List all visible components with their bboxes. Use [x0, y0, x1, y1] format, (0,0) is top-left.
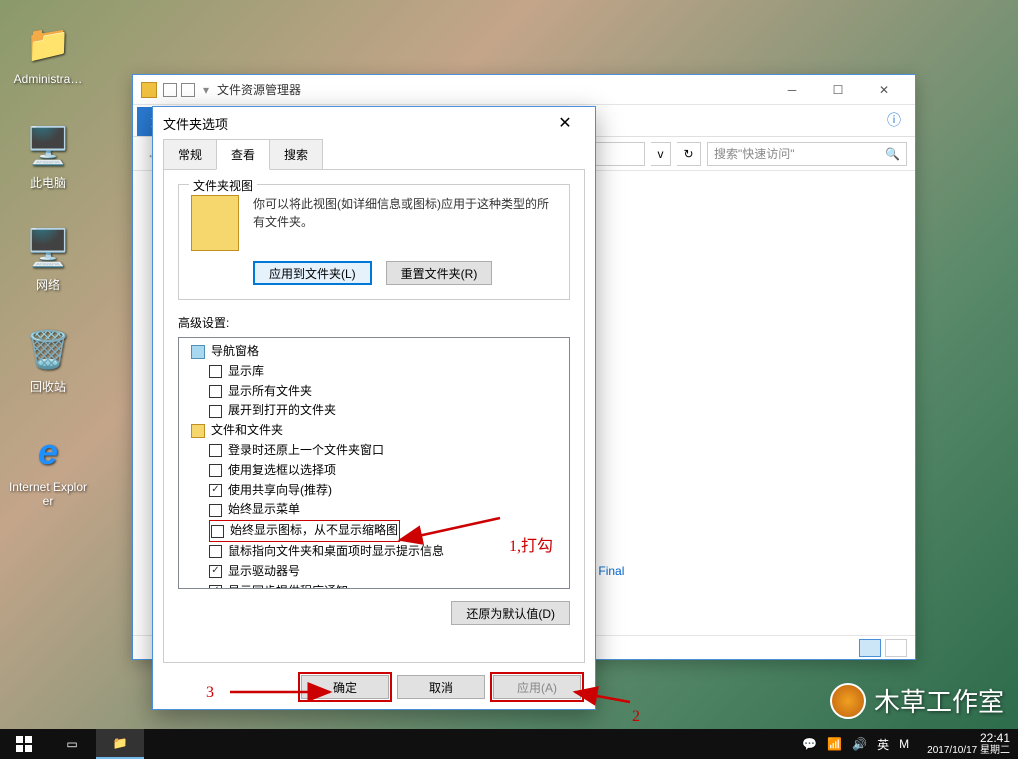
tab-view[interactable]: 查看: [216, 139, 270, 170]
network-icon[interactable]: 📶: [827, 737, 842, 751]
tree-item[interactable]: 显示驱动器号: [185, 562, 563, 582]
tab-general[interactable]: 常规: [163, 139, 217, 170]
apply-to-folders-button[interactable]: 应用到文件夹(L): [253, 261, 372, 285]
dialog-title: 文件夹选项: [163, 114, 545, 133]
checkbox[interactable]: [209, 365, 222, 378]
search-icon: 🔍: [885, 147, 900, 161]
taskbar-explorer[interactable]: 📁: [96, 729, 144, 759]
checkbox[interactable]: [209, 504, 222, 517]
action-center-icon[interactable]: 💬: [802, 737, 817, 751]
checkbox[interactable]: [209, 484, 222, 497]
task-view-button[interactable]: ▭: [48, 729, 96, 759]
apply-button[interactable]: 应用(A): [493, 675, 581, 699]
ime-lang[interactable]: 英: [877, 736, 889, 753]
close-button[interactable]: ✕: [861, 76, 907, 104]
tree-item[interactable]: 显示所有文件夹: [185, 382, 563, 402]
desktop-icon-recycle[interactable]: 🗑️ 回收站: [8, 326, 88, 395]
tree-item[interactable]: 文件和文件夹: [185, 421, 563, 441]
desktop-icon-admin[interactable]: 📁 Administra…: [8, 20, 88, 86]
ribbon-help[interactable]: ⓘ: [873, 104, 915, 136]
qat-item[interactable]: [181, 83, 195, 97]
quick-access-toolbar: [163, 83, 195, 97]
folder-view-group: 文件夹视图 你可以将此视图(如详细信息或图标)应用于这种类型的所有文件夹。 应用…: [178, 184, 570, 300]
advanced-settings-tree[interactable]: 导航窗格 显示库 显示所有文件夹 展开到打开的文件夹 文件和文件夹 登录时还原上…: [178, 337, 570, 589]
dialog-tabs: 常规 查看 搜索: [163, 139, 585, 170]
qat-item[interactable]: [163, 83, 177, 97]
checkbox[interactable]: [209, 405, 222, 418]
taskbar: ▭ 📁 💬 📶 🔊 英 M 22:41 2017/10/17 星期二: [0, 729, 1018, 759]
explorer-icon: [141, 82, 157, 98]
folder-icon: [191, 195, 239, 251]
tree-item[interactable]: 显示库: [185, 362, 563, 382]
tree-item[interactable]: 导航窗格: [185, 342, 563, 362]
qat-dropdown[interactable]: ▾: [203, 83, 209, 97]
folder-view-text: 你可以将此视图(如详细信息或图标)应用于这种类型的所有文件夹。: [253, 195, 557, 251]
folder-icon: [191, 424, 205, 438]
annotation-2: 2: [632, 708, 640, 726]
view-icons[interactable]: [885, 639, 907, 657]
checkbox[interactable]: [209, 464, 222, 477]
pc-icon: 🖥️: [24, 122, 72, 170]
explorer-titlebar[interactable]: ▾ 文件资源管理器 ─ ☐ ✕: [133, 75, 915, 105]
tree-item[interactable]: 登录时还原上一个文件夹窗口: [185, 441, 563, 461]
maximize-button[interactable]: ☐: [815, 76, 861, 104]
minimize-button[interactable]: ─: [769, 76, 815, 104]
tree-item[interactable]: 显示同步提供程序通知: [185, 582, 563, 589]
checkbox[interactable]: [209, 385, 222, 398]
folder-options-dialog: 文件夹选项 ✕ 常规 查看 搜索 文件夹视图 你可以将此视图(如详细信息或图标)…: [152, 106, 596, 710]
checkbox[interactable]: [209, 585, 222, 589]
folder-icon: 📁: [24, 20, 72, 68]
ok-button[interactable]: 确定: [301, 675, 389, 699]
network-icon: 🖥️: [24, 224, 72, 272]
folder-icon: [191, 345, 205, 359]
group-label: 文件夹视图: [189, 177, 257, 194]
desktop-icon-pc[interactable]: 🖥️ 此电脑: [8, 122, 88, 191]
search-input[interactable]: 搜索"快速访问" 🔍: [707, 142, 907, 166]
reset-folders-button[interactable]: 重置文件夹(R): [386, 261, 493, 285]
dialog-titlebar[interactable]: 文件夹选项 ✕: [153, 107, 595, 139]
watermark: 木草工作室: [830, 682, 1004, 719]
desktop-icon-ie[interactable]: e Internet Explorer: [8, 428, 88, 508]
advanced-label: 高级设置:: [178, 314, 570, 331]
address-dropdown[interactable]: v: [651, 142, 671, 166]
tree-item[interactable]: 鼠标指向文件夹和桌面项时显示提示信息: [185, 542, 563, 562]
desktop-icon-network[interactable]: 🖥️ 网络: [8, 224, 88, 293]
tree-item[interactable]: 使用复选框以选择项: [185, 461, 563, 481]
cancel-button[interactable]: 取消: [397, 675, 485, 699]
search-placeholder: 搜索"快速访问": [714, 145, 795, 162]
tree-item[interactable]: 展开到打开的文件夹: [185, 401, 563, 421]
taskbar-clock[interactable]: 22:41 2017/10/17 星期二: [919, 731, 1018, 757]
start-button[interactable]: [0, 729, 48, 759]
tree-item[interactable]: 使用共享向导(推荐): [185, 481, 563, 501]
tab-search[interactable]: 搜索: [269, 139, 323, 170]
checkbox[interactable]: [209, 444, 222, 457]
checkbox[interactable]: [209, 545, 222, 558]
system-tray[interactable]: 💬 📶 🔊 英 M: [792, 736, 919, 753]
recycle-icon: 🗑️: [24, 326, 72, 374]
checkbox[interactable]: [211, 525, 224, 538]
window-title: 文件资源管理器: [217, 81, 769, 98]
volume-icon[interactable]: 🔊: [852, 737, 867, 751]
tab-panel-view: 文件夹视图 你可以将此视图(如详细信息或图标)应用于这种类型的所有文件夹。 应用…: [163, 169, 585, 663]
watermark-icon: [830, 683, 866, 719]
refresh-button[interactable]: ↻: [677, 142, 701, 166]
ie-icon: e: [24, 428, 72, 476]
dialog-close-button[interactable]: ✕: [545, 109, 585, 137]
view-details[interactable]: [859, 639, 881, 657]
ime-mode[interactable]: M: [899, 737, 909, 751]
checkbox[interactable]: [209, 565, 222, 578]
tree-item[interactable]: 始终显示菜单: [185, 500, 563, 520]
tree-item-highlighted[interactable]: 始终显示图标，从不显示缩略图: [185, 520, 563, 542]
restore-defaults-button[interactable]: 还原为默认值(D): [451, 601, 570, 625]
